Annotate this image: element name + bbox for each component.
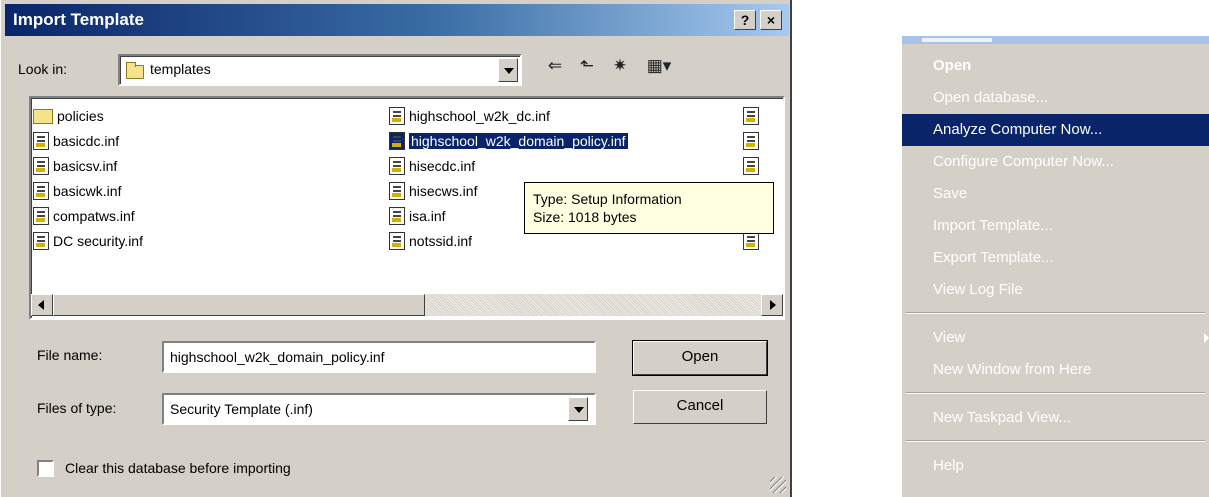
close-button[interactable]: × — [760, 10, 782, 30]
menu-item-view-label: View — [933, 329, 966, 346]
menu-item-help[interactable]: Help — [902, 450, 1209, 482]
open-button[interactable]: Open — [632, 340, 768, 376]
view-menu-icon[interactable]: ▦▾ — [641, 55, 677, 79]
inf-file-icon — [33, 182, 49, 200]
look-in-label: Look in: — [18, 61, 68, 77]
file-name: basicsv.inf — [53, 158, 118, 174]
menu-item-configure-computer-now[interactable]: Configure Computer Now... — [902, 146, 1209, 178]
import-template-dialog: Import Template ? × Look in: templates ⇐… — [0, 0, 792, 497]
inf-file-icon — [743, 107, 759, 125]
inf-file-icon — [743, 232, 759, 250]
list-item[interactable]: basicsv.inf — [33, 155, 117, 177]
files-of-type-label: Files of type: — [37, 400, 117, 416]
inf-file-icon — [743, 157, 759, 175]
file-name: basicdc.inf — [53, 133, 120, 149]
file-name: basicwk.inf — [53, 183, 122, 199]
clear-database-label: Clear this database before importing — [65, 460, 291, 476]
list-item[interactable] — [743, 130, 763, 152]
clear-database-checkbox[interactable] — [37, 460, 54, 477]
list-item[interactable]: notssid.inf — [389, 230, 472, 252]
inf-file-icon — [33, 232, 49, 250]
menu-separator — [906, 312, 1205, 314]
inf-file-icon — [389, 182, 405, 200]
dialog-title: Import Template — [13, 10, 144, 29]
list-item[interactable]: policies — [33, 105, 104, 127]
files-of-type-dropdown-button[interactable] — [568, 397, 588, 421]
list-item[interactable]: isa.inf — [389, 205, 446, 227]
title-bar[interactable]: Import Template ? × — [5, 4, 789, 36]
inf-file-icon — [33, 207, 49, 225]
back-arrow-icon[interactable]: ⇐ — [542, 55, 568, 79]
list-item[interactable]: basicdc.inf — [33, 130, 119, 152]
folder-icon — [126, 62, 144, 79]
file-name: isa.inf — [409, 208, 446, 224]
look-in-combo[interactable]: templates — [118, 54, 522, 86]
scrollbar-thumb[interactable] — [53, 294, 425, 316]
inf-file-icon — [33, 132, 49, 150]
help-button[interactable]: ? — [734, 10, 756, 30]
list-item-selected[interactable]: highschool_w2k_domain_policy.inf — [389, 130, 629, 152]
file-name: notssid.inf — [409, 233, 473, 249]
look-in-value: templates — [150, 61, 211, 77]
file-name: DC security.inf — [53, 233, 143, 249]
menu-header-strip — [902, 36, 1209, 44]
scroll-left-button[interactable] — [31, 294, 53, 316]
file-name: hisecws.inf — [409, 183, 478, 199]
inf-file-icon — [389, 232, 405, 250]
tooltip-size: Size: 1018 bytes — [533, 209, 637, 225]
menu-item-view[interactable]: View — [902, 322, 1209, 354]
file-name: policies — [57, 108, 104, 124]
menu-item-new-window-from-here[interactable]: New Window from Here — [902, 354, 1209, 386]
scroll-right-button[interactable] — [761, 294, 783, 316]
look-in-dropdown-button[interactable] — [498, 58, 518, 82]
inf-file-icon — [389, 207, 405, 225]
files-of-type-value: Security Template (.inf) — [170, 401, 313, 417]
up-one-level-icon[interactable]: ⬑ — [574, 55, 600, 79]
menu-item-save[interactable]: Save — [902, 178, 1209, 210]
horizontal-scrollbar[interactable] — [31, 294, 783, 316]
file-name: highschool_w2k_dc.inf — [409, 108, 550, 124]
file-info-tooltip: Type: Setup Information Size: 1018 bytes — [524, 182, 774, 234]
inf-file-icon — [33, 157, 49, 175]
menu-item-import-template[interactable]: Import Template... — [902, 210, 1209, 242]
submenu-arrow-icon — [1204, 333, 1209, 343]
list-item[interactable]: compatws.inf — [33, 205, 135, 227]
folder-icon — [33, 108, 53, 124]
menu-item-open-database[interactable]: Open database... — [902, 82, 1209, 114]
new-folder-icon[interactable]: ✷ — [607, 55, 633, 79]
list-item[interactable]: hisecws.inf — [389, 180, 477, 202]
context-menu: Open Open database... Analyze Computer N… — [902, 44, 1209, 497]
list-item[interactable]: hisecdc.inf — [389, 155, 475, 177]
files-of-type-select[interactable]: Security Template (.inf) — [162, 393, 596, 425]
file-name-label: File name: — [37, 347, 103, 363]
inf-file-icon — [389, 157, 405, 175]
menu-item-open[interactable]: Open — [902, 50, 1209, 82]
file-name: highschool_w2k_domain_policy.inf — [408, 132, 629, 150]
list-item[interactable]: DC security.inf — [33, 230, 143, 252]
menu-item-view-log-file[interactable]: View Log File — [902, 274, 1209, 306]
menu-item-new-taskpad-view[interactable]: New Taskpad View... — [902, 402, 1209, 434]
menu-item-analyze-computer-now[interactable]: Analyze Computer Now... — [902, 114, 1209, 146]
inf-file-icon — [389, 132, 405, 150]
file-name: compatws.inf — [53, 208, 135, 224]
resize-grip-icon[interactable] — [770, 477, 786, 493]
list-item[interactable] — [743, 155, 763, 177]
menu-separator — [906, 392, 1205, 394]
inf-file-icon — [389, 107, 405, 125]
list-item[interactable]: highschool_w2k_dc.inf — [389, 105, 550, 127]
inf-file-icon — [743, 132, 759, 150]
menu-separator — [906, 440, 1205, 442]
tooltip-type: Type: Setup Information — [533, 191, 682, 207]
list-item[interactable] — [743, 105, 763, 127]
cancel-button[interactable]: Cancel — [633, 390, 767, 424]
file-name-field[interactable]: highschool_w2k_domain_policy.inf — [162, 341, 596, 373]
list-item[interactable]: basicwk.inf — [33, 180, 121, 202]
menu-item-export-template[interactable]: Export Template... — [902, 242, 1209, 274]
file-name: hisecdc.inf — [409, 158, 476, 174]
